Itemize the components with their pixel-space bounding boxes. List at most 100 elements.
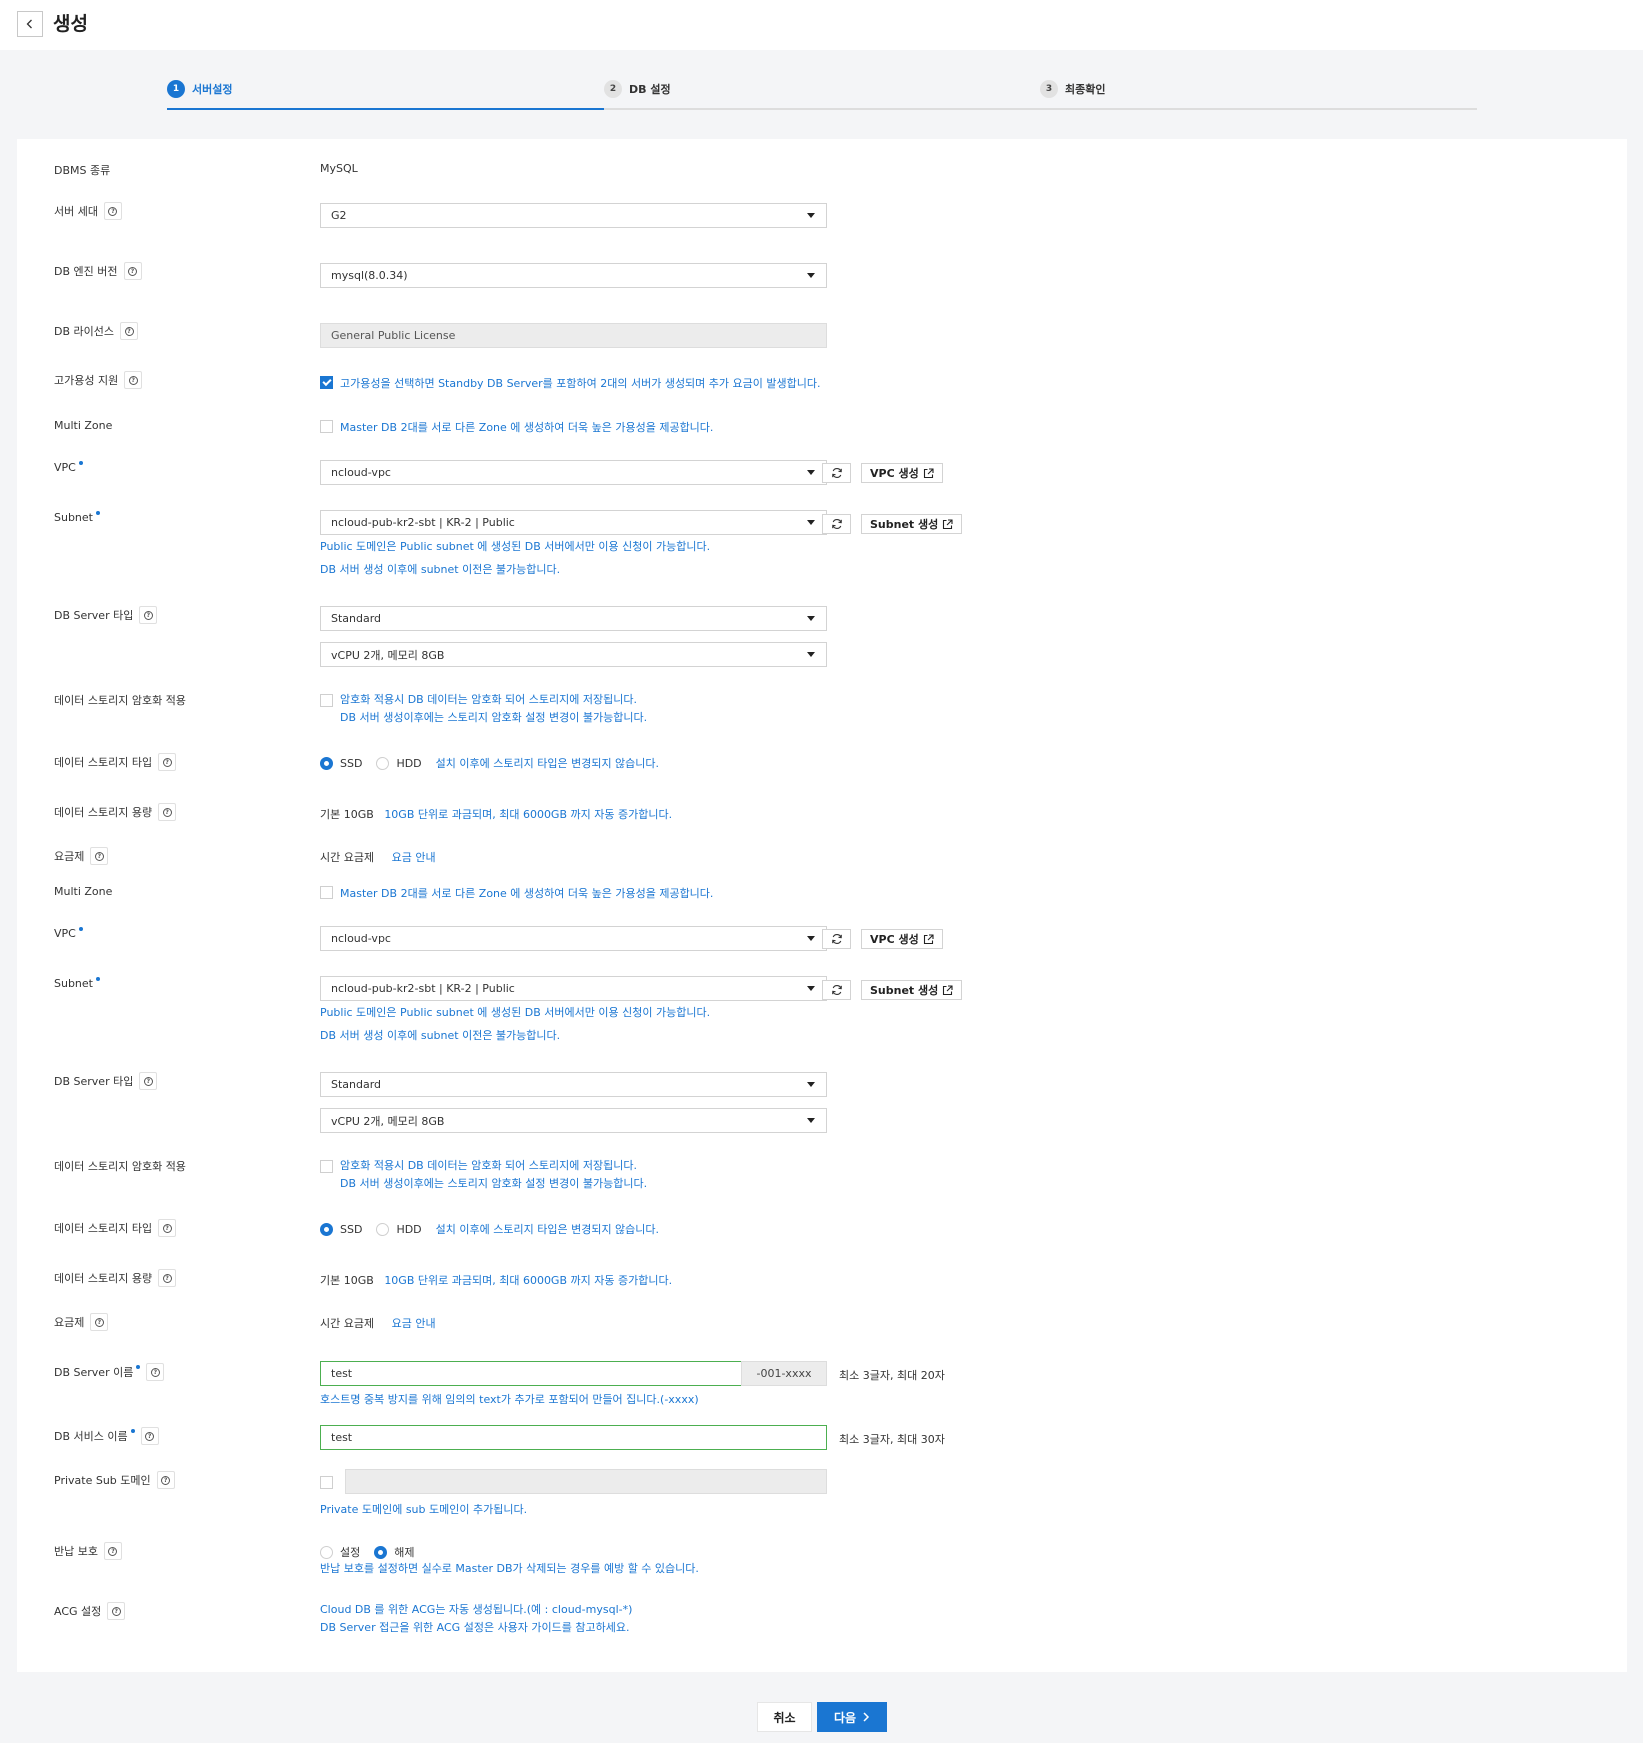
subnet-label: Subnet: [54, 976, 100, 990]
caret-down-icon: [807, 273, 815, 278]
radio-hdd[interactable]: [376, 756, 390, 770]
vpc-label: VPC: [54, 926, 83, 940]
storage-type-label: 데이터 스토리지 타입?: [54, 1219, 177, 1237]
encryption-label: 데이터 스토리지 암호화 적용: [54, 1160, 186, 1173]
radio-ssd[interactable]: [320, 756, 333, 770]
license-field: General Public License: [320, 323, 827, 348]
server-name-input[interactable]: test: [320, 1361, 742, 1386]
pricing-link[interactable]: 요금 안내: [392, 1317, 436, 1330]
refresh-icon: [831, 519, 842, 529]
pricing-link[interactable]: 요금 안내: [392, 851, 436, 864]
service-name-input[interactable]: test: [320, 1425, 827, 1450]
server-type-label: DB Server 타입?: [54, 1072, 158, 1090]
server-type-select[interactable]: Standard: [320, 1072, 827, 1097]
radio-ssd[interactable]: [320, 1222, 333, 1236]
subnet-create-button[interactable]: Subnet 생성: [861, 514, 963, 534]
server-gen-label: 서버 세대?: [54, 202, 122, 220]
help-icon[interactable]: ?: [139, 1072, 158, 1090]
vpc-select[interactable]: ncloud-vpc: [320, 926, 827, 951]
help-icon[interactable]: ?: [158, 753, 177, 771]
caret-down-icon: [807, 470, 815, 475]
private-sub-checkbox[interactable]: [320, 1476, 333, 1489]
required-dot: [136, 1365, 141, 1369]
step-label: 서버설정: [192, 83, 233, 96]
subnet-select[interactable]: ncloud-pub-kr2-sbt | KR-2 | Public: [320, 510, 827, 535]
subnet-refresh-button[interactable]: [822, 980, 851, 1000]
server-spec-select[interactable]: vCPU 2개, 메모리 8GB: [320, 642, 827, 667]
vpc-select[interactable]: ncloud-vpc: [320, 460, 827, 485]
help-icon[interactable]: ?: [107, 1602, 126, 1620]
help-icon[interactable]: ?: [103, 1542, 122, 1560]
storage-type-label: 데이터 스토리지 타입?: [54, 753, 177, 771]
help-icon[interactable]: ?: [123, 262, 142, 280]
step-label: DB 설정: [629, 83, 671, 96]
return-protect-on-option[interactable]: 설정: [320, 1544, 360, 1560]
help-icon[interactable]: ?: [90, 847, 109, 865]
multizone-description: Master DB 2대를 서로 다른 Zone 에 생성하여 더욱 높은 가용…: [340, 887, 714, 900]
storage-ssd-option[interactable]: SSD: [320, 756, 362, 770]
return-protect-off-option[interactable]: 해제: [374, 1544, 415, 1560]
help-icon[interactable]: ?: [103, 202, 122, 220]
encryption-checkbox[interactable]: [320, 1160, 333, 1173]
next-button[interactable]: 다음: [817, 1702, 887, 1732]
storage-size-value: 기본 10GB 10GB 단위로 과금되며, 최대 6000GB 까지 자동 증…: [320, 1274, 673, 1287]
help-icon[interactable]: ?: [156, 1471, 175, 1489]
help-icon[interactable]: ?: [124, 371, 143, 389]
vpc-create-button[interactable]: VPC 생성: [861, 929, 943, 949]
return-protect-radios: 설정 해제: [320, 1544, 429, 1560]
server-gen-select[interactable]: G2: [320, 203, 827, 228]
vpc-refresh-button[interactable]: [822, 463, 851, 483]
engine-version-select[interactable]: mysql(8.0.34): [320, 263, 827, 288]
private-sub-info: Private 도메인에 sub 도메인이 추가됩니다.: [320, 1503, 528, 1516]
help-icon[interactable]: ?: [146, 1363, 165, 1381]
step-final-check[interactable]: 3 최종확인: [1040, 80, 1105, 98]
radio-hdd[interactable]: [376, 1222, 390, 1236]
help-icon[interactable]: ?: [158, 1269, 177, 1287]
refresh-icon: [831, 468, 842, 478]
caret-down-icon: [807, 213, 815, 218]
stepper: 1 서버설정 2 DB 설정 3 최종확인: [167, 78, 1477, 110]
ha-checkbox-row: 고가용성을 선택하면 Standby DB Server를 포함하여 2대의 서…: [320, 375, 821, 391]
service-name-hint: 최소 3글자, 최대 30자: [839, 1433, 945, 1446]
help-icon[interactable]: ?: [140, 1427, 159, 1445]
step-db-settings[interactable]: 2 DB 설정: [604, 80, 671, 98]
radio-protect-off[interactable]: [374, 1545, 388, 1559]
subnet-select[interactable]: ncloud-pub-kr2-sbt | KR-2 | Public: [320, 976, 827, 1001]
vpc-create-button[interactable]: VPC 생성: [861, 463, 943, 483]
encryption-info-1: 암호화 적용시 DB 데이터는 암호화 되어 스토리지에 저장됩니다.: [340, 1159, 637, 1172]
server-spec-select[interactable]: vCPU 2개, 메모리 8GB: [320, 1108, 827, 1133]
private-sub-label: Private Sub 도메인?: [54, 1471, 175, 1489]
help-icon[interactable]: ?: [120, 322, 138, 340]
encryption-info-1: 암호화 적용시 DB 데이터는 암호화 되어 스토리지에 저장됩니다.: [340, 693, 637, 706]
help-icon[interactable]: ?: [90, 1313, 109, 1331]
storage-ssd-option[interactable]: SSD: [320, 1222, 362, 1236]
subnet-refresh-button[interactable]: [822, 514, 851, 534]
caret-down-icon: [807, 616, 815, 621]
multizone-label: Multi Zone: [54, 885, 113, 898]
cancel-button[interactable]: 취소: [757, 1702, 812, 1732]
step-server-settings[interactable]: 1 서버설정: [167, 80, 232, 98]
help-icon[interactable]: ?: [139, 606, 158, 624]
radio-protect-on[interactable]: [320, 1545, 333, 1559]
encryption-info-2: DB 서버 생성이후에는 스토리지 암호화 설정 변경이 불가능합니다.: [340, 711, 648, 724]
subnet-create-button[interactable]: Subnet 생성: [861, 980, 963, 1000]
server-name-label: DB Server 이름?: [54, 1363, 165, 1381]
subnet-info-1: Public 도메인은 Public subnet 에 생성된 DB 서버에서만…: [320, 1006, 711, 1019]
storage-hdd-option[interactable]: HDD: [376, 756, 422, 770]
subnet-info-2: DB 서버 생성 이후에 subnet 이전은 불가능합니다.: [320, 1029, 561, 1042]
vpc-refresh-button[interactable]: [822, 929, 851, 949]
vpc-label: VPC: [54, 460, 83, 474]
multizone-checkbox[interactable]: [320, 886, 333, 899]
help-icon[interactable]: ?: [158, 1219, 177, 1237]
active-step-indicator: [167, 108, 604, 110]
back-button[interactable]: [17, 11, 43, 37]
encryption-checkbox[interactable]: [320, 694, 333, 707]
encryption-label: 데이터 스토리지 암호화 적용: [54, 694, 186, 707]
server-type-select[interactable]: Standard: [320, 606, 827, 631]
required-dot: [96, 976, 100, 981]
storage-hdd-option[interactable]: HDD: [376, 1222, 422, 1236]
help-icon[interactable]: ?: [158, 803, 177, 821]
multizone-checkbox[interactable]: [320, 420, 333, 433]
pricing-value: 시간 요금제 요금 안내: [320, 1317, 436, 1330]
ha-checkbox[interactable]: [320, 376, 333, 389]
